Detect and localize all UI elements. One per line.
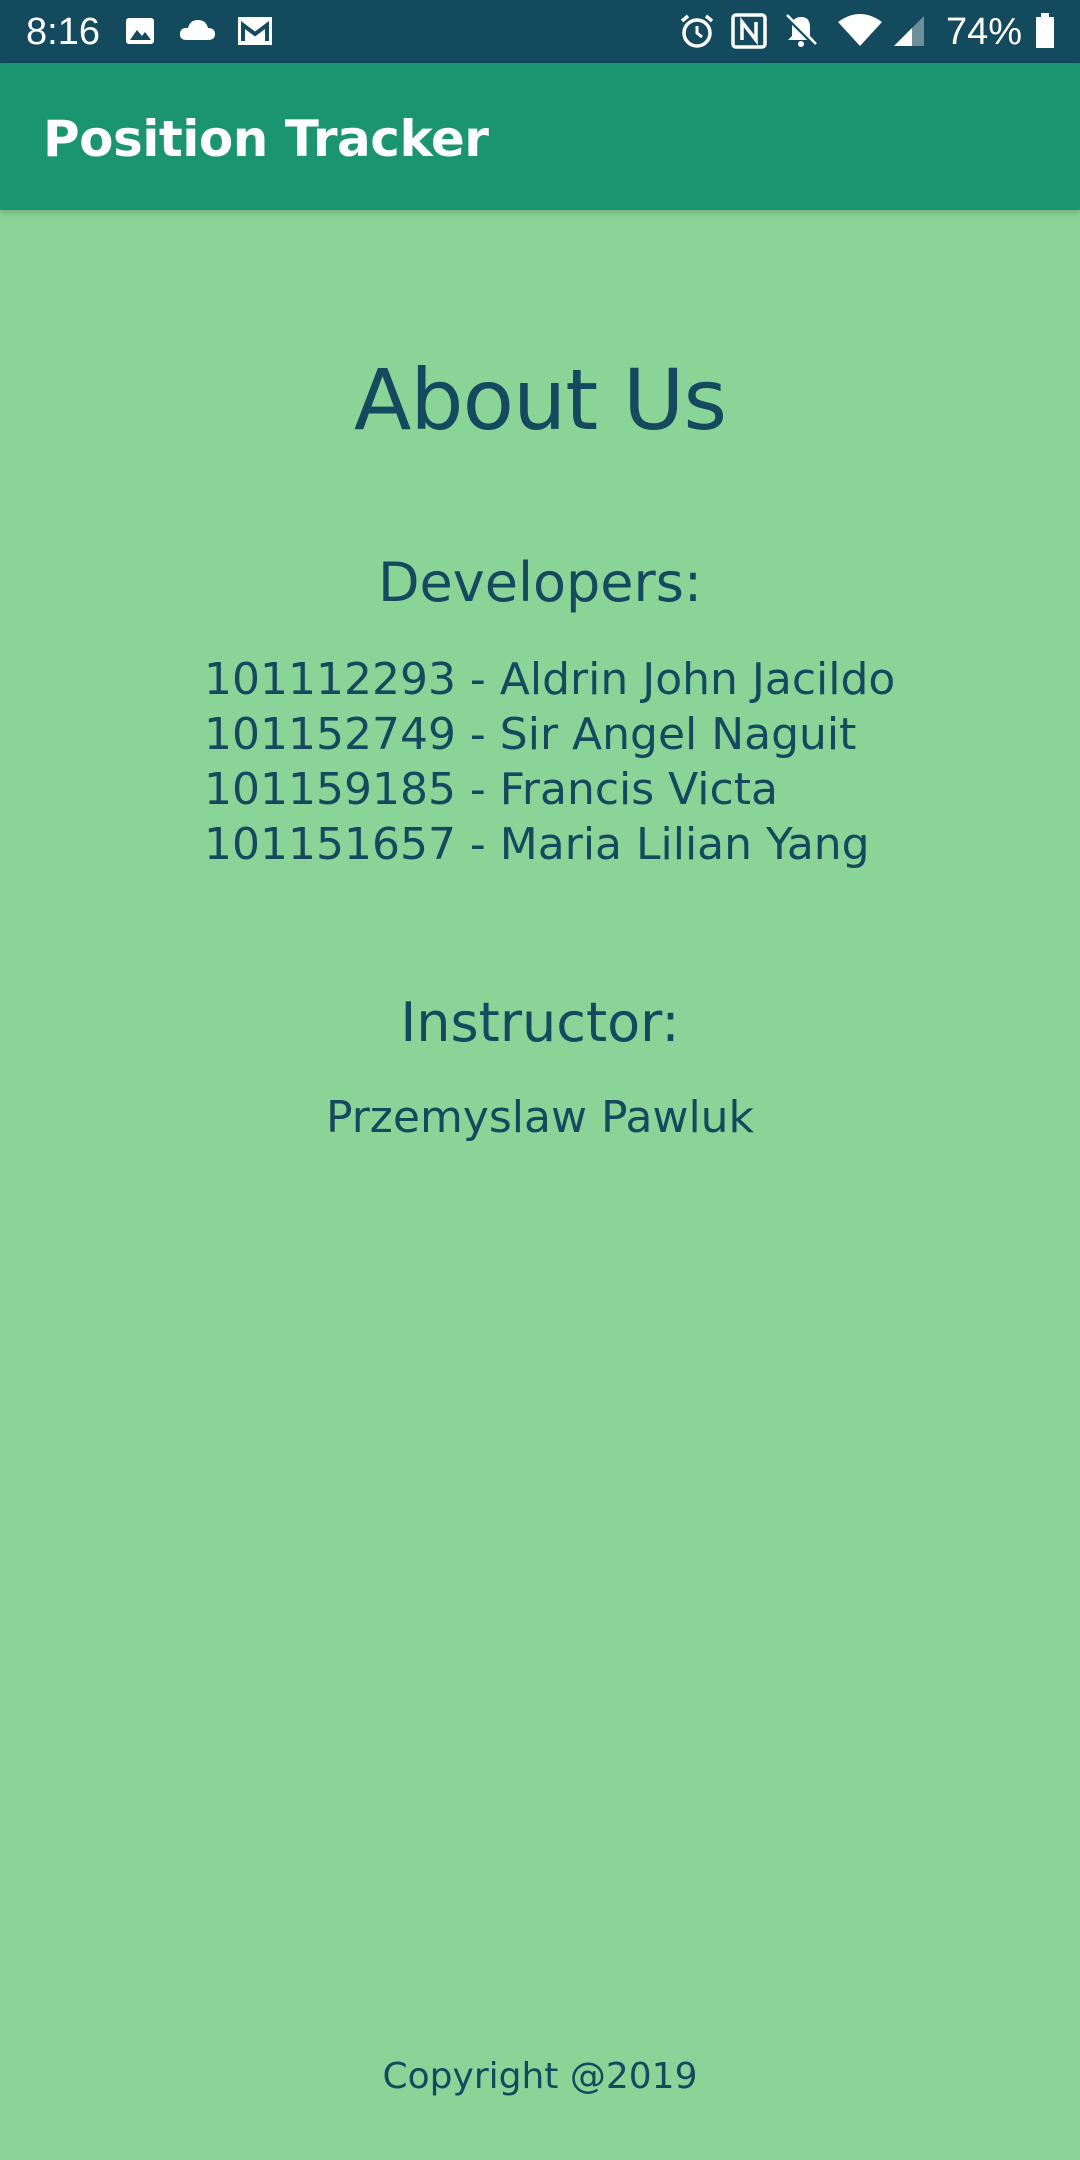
- developer-item: 101151657 - Maria Lilian Yang: [204, 819, 870, 870]
- status-bar: 8:16 74%: [0, 0, 1080, 63]
- bell-off-icon: [785, 14, 817, 47]
- alarm-icon: [680, 14, 714, 48]
- gmail-icon: [238, 17, 272, 45]
- app-title: Position Tracker: [43, 110, 489, 168]
- battery-icon: [1036, 13, 1054, 48]
- wifi-icon: [838, 14, 882, 46]
- developer-item: 101152749 - Sir Angel Naguit: [204, 709, 857, 760]
- copyright-text: Copyright @2019: [382, 2056, 698, 2097]
- nfc-icon: [731, 13, 767, 49]
- battery-percentage: 74%: [946, 11, 1023, 53]
- status-time: 8:16: [26, 11, 100, 53]
- image-icon: [126, 18, 154, 44]
- instructor-name: Przemyslaw Pawluk: [325, 1092, 755, 1143]
- instructor-heading: Instructor:: [400, 991, 680, 1054]
- page-title: About Us: [353, 351, 727, 449]
- app-bar: Position Tracker: [0, 63, 1080, 210]
- developers-list: 101112293 - Aldrin John Jacildo 10115274…: [204, 652, 895, 872]
- signal-icon: [894, 16, 924, 46]
- developers-heading: Developers:: [377, 551, 703, 614]
- developer-item: 101159185 - Francis Victa: [204, 764, 778, 815]
- cloud-icon: [179, 20, 215, 40]
- developer-item: 101112293 - Aldrin John Jacildo: [204, 654, 896, 705]
